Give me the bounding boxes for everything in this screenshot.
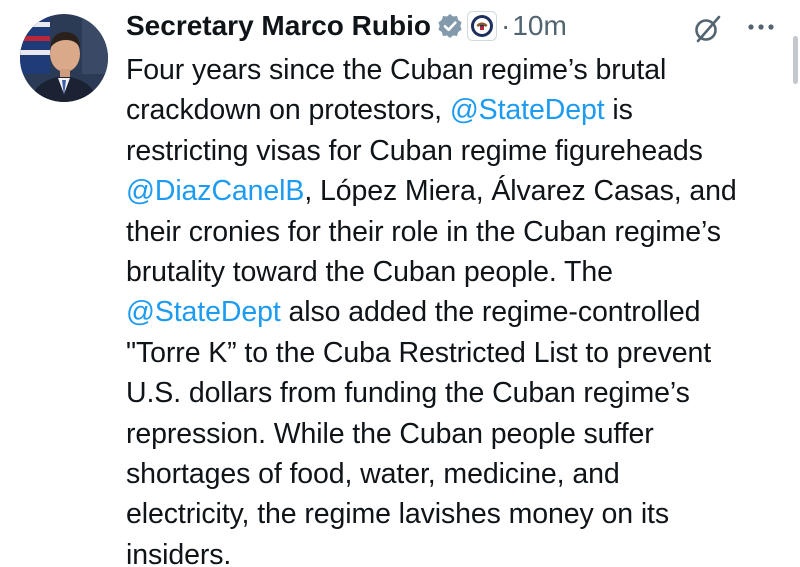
tweet-text-line: their cronies for their role in the Cuba… [126,212,796,252]
tweet-text-line: brutality toward the Cuban people. The [126,252,796,292]
mention-link[interactable]: @StateDept [450,94,605,126]
tweet-text-line: @DiazCanelB, López Miera, Álvarez Casas,… [126,171,796,211]
tweet-timestamp[interactable]: 10m [512,10,566,42]
tweet-card: Secretary Marco Rubio · 10m Four years s… [0,0,800,567]
tweet-text-segment: U.S. dollars from funding the Cuban regi… [126,377,690,410]
tweet-text-segment: repression. While the Cuban people suffe… [126,417,654,450]
tweet-text-line: crackdown on protestors, @StateDept is [126,90,796,130]
tweet-text-line: restricting visas for Cuban regime figur… [126,131,796,171]
tweet-text-line: insiders. [126,535,796,567]
tweet-text-line: shortages of food, water, medicine, and [126,454,796,494]
tweet-text-line: repression. While the Cuban people suffe… [126,414,796,454]
tweet-text-segment: , López Miera, Álvarez Casas, and [304,175,737,208]
author-name[interactable]: Secretary Marco Rubio [126,10,431,42]
mention-link[interactable]: @StateDept [126,296,281,328]
tweet-text-segment: electricity, the regime lavishes money o… [126,498,670,531]
tweet-text-segment: is [604,94,633,127]
tweet-text: Four years since the Cuban regime’s brut… [126,50,796,567]
tweet-text-line: Four years since the Cuban regime’s brut… [126,50,796,90]
tweet-text-segment: "Torre K” to the Cuba Restricted List to… [126,336,712,369]
tweet-text-segment: also added the regime-controlled [280,296,701,329]
mention-link[interactable]: @DiazCanelB [126,175,304,207]
tweet-text-segment: Four years since the Cuban regime’s brut… [126,54,667,86]
verified-badge-icon[interactable] [437,13,463,39]
tweet-text-segment: insiders. [126,538,232,567]
tweet-text-segment: their cronies for their role in the Cuba… [126,215,721,248]
tweet-text-line: U.S. dollars from funding the Cuban regi… [126,373,796,413]
tweet-text-segment: restricting visas for Cuban regime figur… [126,134,703,167]
more-options-icon[interactable] [742,12,782,42]
tweet-text-segment: shortages of food, water, medicine, and [126,458,620,491]
tweet-text-line: @StateDept also added the regime-control… [126,292,796,332]
timestamp-separator: · [501,10,511,41]
tweet-text-segment: brutality toward the Cuban people. The [126,256,613,289]
tweet-text-line: electricity, the regime lavishes money o… [126,494,796,534]
tweet-header: Secretary Marco Rubio · 10m [126,4,567,48]
tweet-text-line: "Torre K” to the Cuba Restricted List to… [126,333,796,373]
state-department-seal-icon[interactable] [467,11,497,41]
grok-icon[interactable] [690,12,724,46]
author-avatar[interactable] [20,14,108,102]
tweet-text-segment: crackdown on protestors, [126,94,450,127]
